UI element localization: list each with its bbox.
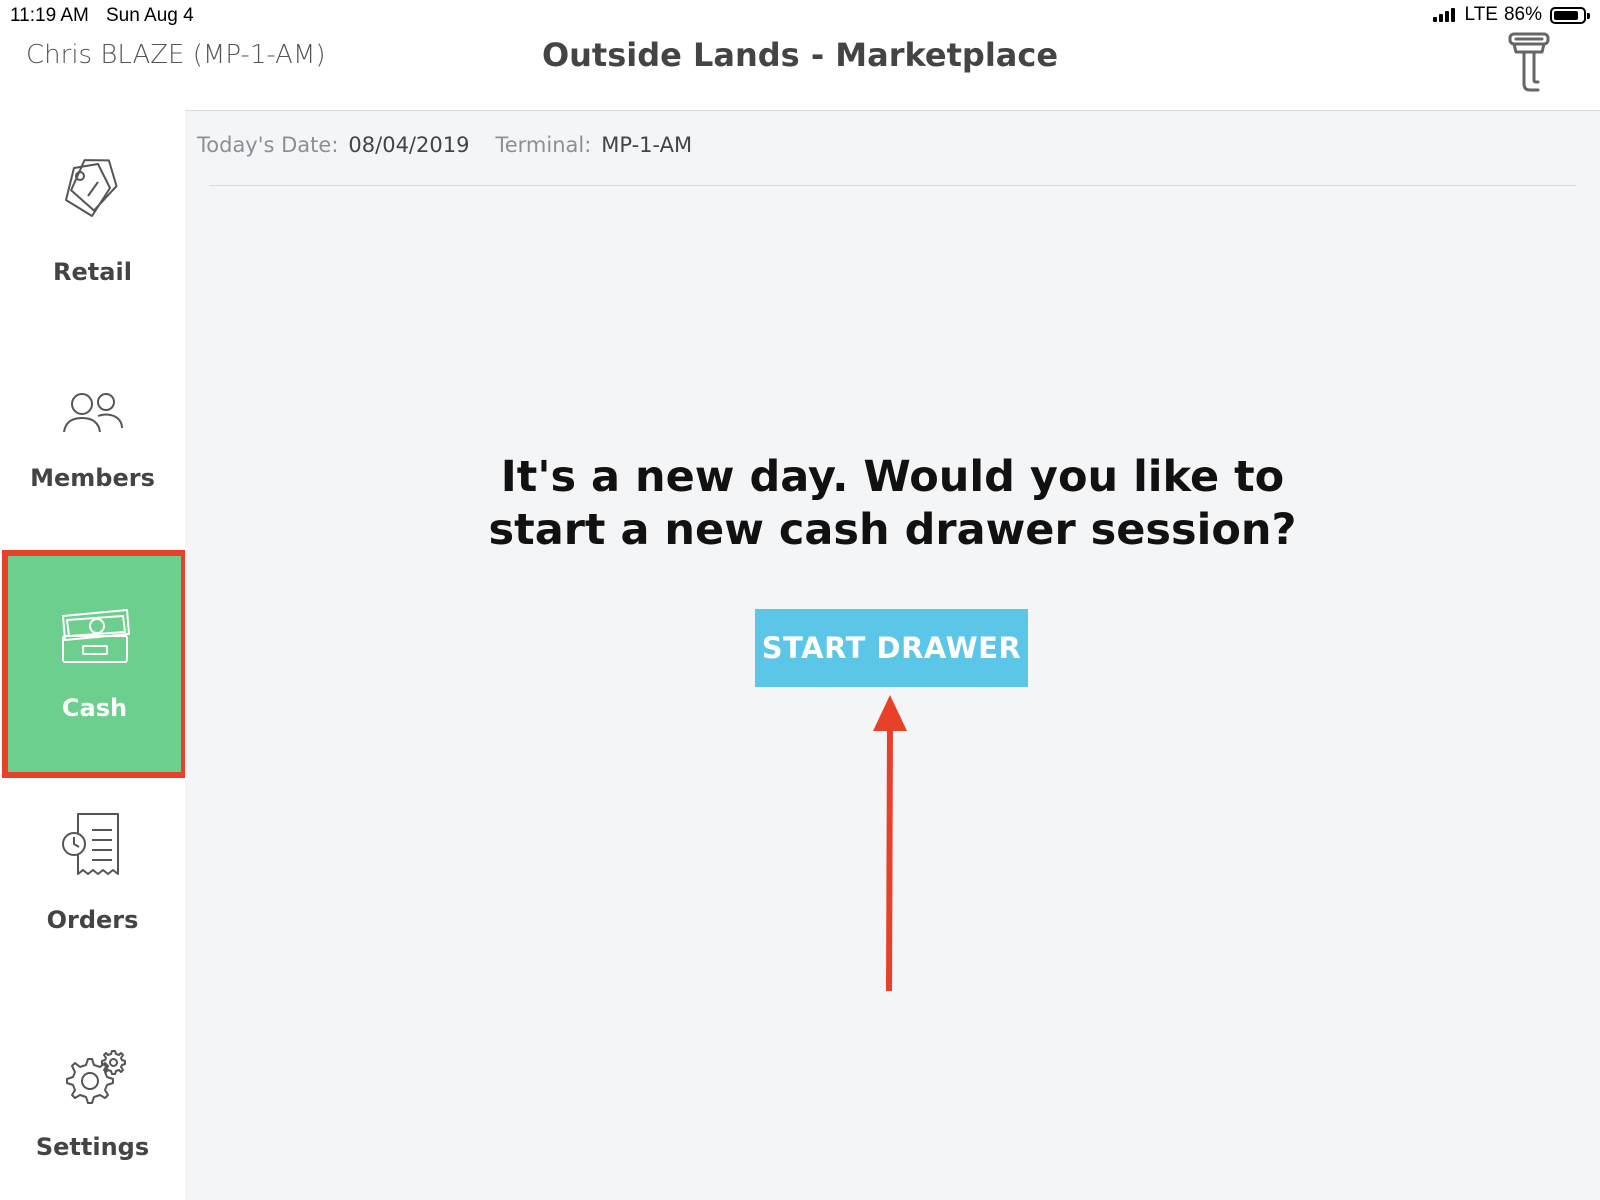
sidebar-item-members[interactable]: Members — [0, 380, 185, 530]
people-icon — [62, 393, 123, 433]
sidebar-item-label: Members — [30, 464, 155, 492]
sidebar-item-label: Settings — [35, 1133, 150, 1161]
price-tags-icon — [64, 159, 118, 217]
barcode-scanner-icon[interactable] — [1502, 30, 1556, 96]
network-type: LTE — [1464, 4, 1498, 25]
divider — [209, 185, 1576, 186]
sidebar-item-cash[interactable]: Cash — [2, 550, 187, 778]
gears-icon — [65, 1050, 126, 1104]
prompt-line-1: It's a new day. Would you like to — [500, 452, 1285, 502]
status-right: LTE 86% — [1432, 4, 1590, 26]
date-label: Today's Date: — [197, 133, 339, 157]
terminal-label: Terminal: — [495, 133, 592, 157]
terminal-value: MP-1-AM — [601, 133, 693, 157]
sidebar-item-label: Cash — [61, 694, 128, 722]
sidebar-item-label: Retail — [53, 258, 132, 286]
signal-icon — [1432, 8, 1455, 22]
status-time: 11:19 AM — [10, 5, 89, 26]
page-title: Outside Lands - Marketplace — [0, 36, 1600, 74]
page-title-text: Outside Lands - Marketplace — [541, 36, 1059, 74]
battery-icon — [1550, 6, 1590, 24]
sidebar-item-settings[interactable]: Settings — [0, 1045, 185, 1195]
status-bar: 11:19 AM Sun Aug 4 LTE 86% — [0, 0, 1600, 30]
info-bar: Today's Date: 08/04/2019 Terminal: MP-1-AM — [197, 133, 718, 157]
main-content: Today's Date: 08/04/2019 Terminal: MP-1-AM … — [185, 110, 1600, 1200]
sidebar-item-retail[interactable]: Retail — [0, 152, 185, 342]
sidebar: Retail Members Cash Orders Settings — [0, 110, 187, 1200]
annotation-arrow-icon — [873, 695, 907, 992]
status-date: Sun Aug 4 — [106, 5, 194, 26]
new-day-prompt: It's a new day. Would you like to start … — [185, 451, 1600, 557]
sidebar-item-label: Orders — [46, 906, 139, 934]
date-value: 08/04/2019 — [348, 133, 470, 157]
prompt-line-2: start a new cash drawer session? — [488, 505, 1297, 555]
app-header: Chris BLAZE (MP-1-AM) Outside Lands - Ma… — [0, 30, 1600, 110]
sidebar-item-orders[interactable]: Orders — [0, 810, 185, 980]
start-drawer-button[interactable]: START DRAWER — [755, 609, 1028, 687]
battery-percent: 86% — [1503, 4, 1542, 25]
receipt-clock-icon — [61, 813, 119, 875]
cash-drawer-icon — [61, 609, 130, 663]
